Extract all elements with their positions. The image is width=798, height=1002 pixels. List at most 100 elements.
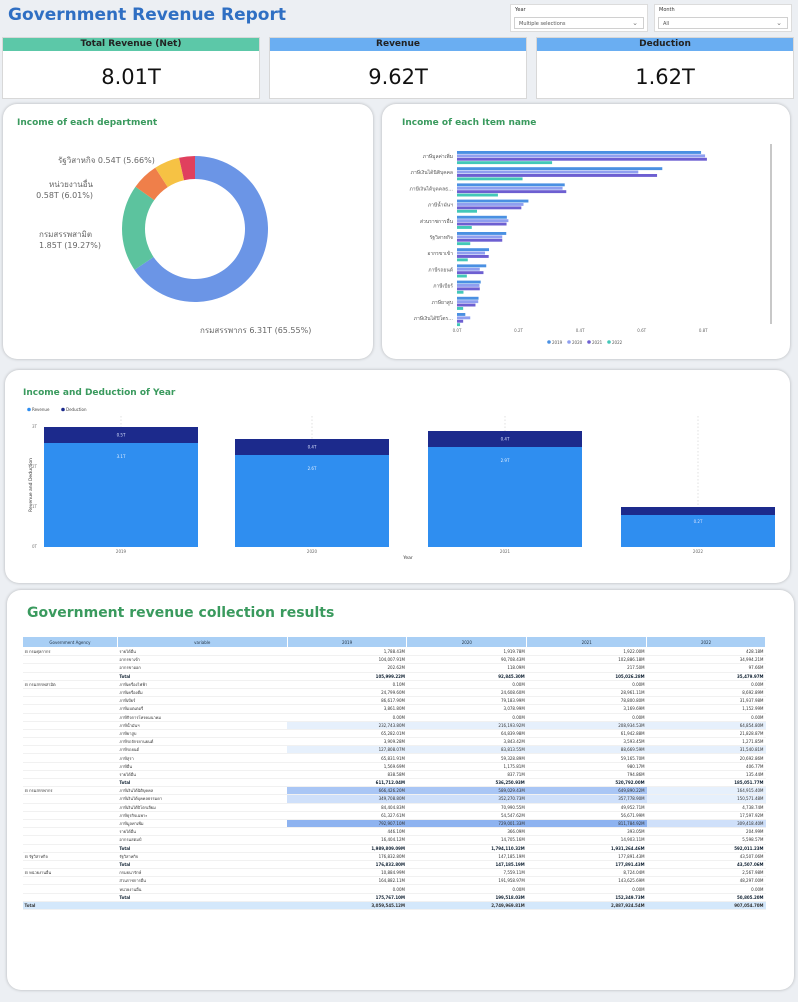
- column-header-agency[interactable]: Government Agency: [22, 636, 118, 648]
- legend-marker: [61, 407, 65, 412]
- table-row[interactable]: ภาษีอื่น 1,569.69M 1,175.81M 980.17M 406.77M: [22, 762, 766, 771]
- value-cell: 611,712.04M: [287, 778, 407, 788]
- agency-cell: [22, 704, 118, 714]
- year-dropdown[interactable]: Multiple selections ⌄: [514, 17, 644, 29]
- column-header-variable[interactable]: variable: [116, 636, 288, 648]
- department-donut-chart: กรมสรรพากร 6.31T (65.55%) กรมสรรพสามิต 1.8…: [36, 156, 311, 335]
- column-header-2022[interactable]: 2022: [646, 636, 766, 648]
- table-row[interactable]: ⊟ รัฐวิสาหกิจ รัฐวิสาหกิจ 176,832.80M 147,1…: [22, 852, 766, 861]
- value-cell: 202.62M: [287, 663, 407, 673]
- value-cell: 352,270.73M: [406, 794, 527, 804]
- value-cell: 65,831.91M: [287, 753, 407, 763]
- table-row[interactable]: อากรขาเข้า 104,007.91M 90,708.43M 102,886.1…: [22, 655, 766, 665]
- table-subtotal-row[interactable]: Total 105,999.22M 92,845.30M 105,026.28M 35,…: [22, 672, 766, 681]
- value-cell: 3,169.69M: [526, 704, 647, 714]
- table-row[interactable]: ⊟ กรมสรรพสามิต ภาษีเครื่องไฟฟ้า 0.10M 0.00M…: [22, 680, 766, 689]
- donut-label: กรมสรรพสามิต: [39, 230, 92, 239]
- month-slicer[interactable]: Month All ⌄: [654, 4, 792, 32]
- item-cell: อากรขาออก: [117, 663, 288, 673]
- y-axis-title: Revenue and Deduction: [28, 458, 34, 512]
- agency-name: กรมสรรพากร: [29, 788, 53, 794]
- table-row[interactable]: ส่วนราชการอื่น 164,882.11M 191,958.97M 143,…: [22, 876, 766, 886]
- item-bar: [457, 167, 663, 171]
- item-cell: ภาษีเงินได้นิติบุคคล: [117, 786, 288, 796]
- value-cell: 164,915.40M: [646, 786, 766, 796]
- item-bar: [457, 280, 481, 284]
- year-value: Multiple selections: [519, 21, 566, 27]
- value-cell: 59,328.89M: [406, 753, 527, 763]
- agency-cell: Total: [22, 901, 118, 911]
- value-cell: 3,593.45M: [526, 737, 647, 747]
- month-dropdown[interactable]: All ⌄: [658, 17, 788, 29]
- item-bar: [457, 161, 553, 165]
- agency-cell: [22, 713, 118, 722]
- column-header-2021[interactable]: 2021: [526, 636, 648, 648]
- table-row[interactable]: อากรแสตมป์ 16,404.12M 14,705.16M 14,903.11M…: [22, 835, 766, 845]
- agency-cell: [22, 794, 118, 804]
- kpi-deduction-label: Deduction: [537, 38, 793, 51]
- table-row[interactable]: ภาษีมูลค่าเพิ่ม 792,907.10M 729,001.33M 811…: [22, 819, 766, 829]
- table-grand-total-row[interactable]: Total 3,059,545.12M 2,749,969.81M 2,887,924…: [22, 901, 766, 911]
- department-card: Income of each department กรมสรรพากร 6.3…: [3, 104, 373, 359]
- table-row[interactable]: ภาษีรถจักรยานยนต์ 3,909.28M 3,843.42M 3,593…: [22, 737, 766, 747]
- value-cell: 0.00M: [406, 713, 527, 722]
- item-bar: [457, 206, 522, 210]
- item-bar: [457, 274, 467, 278]
- value-cell: 177,891.43M: [526, 860, 647, 870]
- table-row[interactable]: ภาษีสุรา 65,831.91M 59,328.89M 59,165.70M 20…: [22, 753, 766, 763]
- value-cell: 31,937.98M: [646, 696, 766, 706]
- donut-slice: [122, 186, 155, 270]
- value-cell: 16,404.12M: [287, 835, 407, 845]
- value-cell: 31,540.81M: [646, 745, 766, 755]
- agency-cell: [22, 827, 118, 837]
- table-row[interactable]: ภาษีธุรกิจเฉพาะ 61,327.61M 54,547.62M 56,67…: [22, 811, 766, 820]
- table-subtotal-row[interactable]: Total 1,989,809.09M 1,794,110.32M 1,931,264…: [22, 844, 766, 853]
- table-row[interactable]: หน่วยงานอื่น 0.00M 0.00M 0.00M 0.00M: [22, 884, 766, 894]
- table-row[interactable]: ภาษีแบตเตอรี่ 3,861.80M 3,078.99M 3,169.69M…: [22, 704, 766, 714]
- value-cell: 428.18M: [646, 647, 766, 657]
- item-bar: [457, 193, 498, 197]
- table-row[interactable]: ภาษียาสูบ 65,282.01M 64,839.98M 61,942.88M 2…: [22, 729, 766, 739]
- agency-cell: [22, 655, 118, 665]
- table-row[interactable]: ⊟ กรมศุลกากร รายได้อื่น 1,788.43M 1,919.78M…: [22, 647, 766, 657]
- value-cell: 366.09M: [406, 827, 527, 837]
- revenue-matrix-table: Government Agency variable 2019 2020 202…: [22, 636, 766, 911]
- item-card: Income of each Item name ภาษีมูลค่าเพิ่ม…: [382, 104, 790, 359]
- item-cell: ภาษีเงินได้บุคคลธรรมดา: [117, 794, 288, 804]
- value-cell: 135.44M: [646, 770, 766, 780]
- x-tick-label: 2022: [693, 549, 704, 554]
- agency-cell: [22, 778, 118, 788]
- value-cell: 0.10M: [287, 680, 407, 689]
- table-row[interactable]: ภาษีรถยนต์ 127,808.07M 83,813.55M 88,669.59…: [22, 745, 766, 755]
- chevron-down-icon: ⌄: [776, 19, 782, 27]
- value-cell: 147,185.19M: [406, 852, 527, 861]
- item-cell: ภาษีรถยนต์: [117, 745, 288, 755]
- table-row[interactable]: ⊟ กรมสรรพากร ภาษีเงินได้นิติบุคคล 666,426.…: [22, 786, 766, 796]
- table-row[interactable]: อากรขาออก 202.62M 118.09M 217.50M 97.66M: [22, 663, 766, 673]
- table-row[interactable]: รายได้อื่น 446.10M 366.09M 393.05M 204.99M: [22, 827, 766, 837]
- table-row[interactable]: ภาษีน้ำมันฯ 232,743.80M 216,193.92M 208,934…: [22, 721, 766, 730]
- table-row[interactable]: ภาษีเงินได้ปิโตรเลียม 84,404.83M 70,990.55…: [22, 803, 766, 812]
- table-row[interactable]: ภาษีเบียร์ 86,617.90M 79,183.99M 78,800.80M…: [22, 696, 766, 706]
- value-cell: 48,297.00M: [646, 876, 766, 886]
- value-cell: 105,999.22M: [287, 672, 407, 681]
- item-cell: รายได้อื่น: [117, 827, 288, 837]
- table-row[interactable]: รายได้อื่น 838.58M 837.71M 794.86M 135.44M: [22, 770, 766, 780]
- column-header-2020[interactable]: 2020: [406, 636, 528, 648]
- item-bar: [457, 316, 471, 320]
- item-bar: [457, 248, 490, 252]
- year-slicer[interactable]: Year Multiple selections ⌄: [510, 4, 648, 32]
- table-subtotal-row[interactable]: Total 175,767.10M 199,518.03M 152,349.73M 50…: [22, 893, 766, 902]
- value-cell: 17,597.92M: [646, 811, 766, 820]
- value-cell: 3,861.80M: [287, 704, 407, 714]
- table-row[interactable]: ภาษีกิจการโทรคมนาคม 0.00M 0.00M 0.00M 0.00M: [22, 713, 766, 722]
- table-row[interactable]: ภาษีเงินได้บุคคลธรรมดา 349,708.80M 352,270…: [22, 794, 766, 804]
- table-row[interactable]: ภาษีเครื่องดื่ม 24,799.60M 24,608.60M 28,96…: [22, 688, 766, 698]
- table-subtotal-row[interactable]: Total 611,712.04M 536,250.93M 520,792.00M 18…: [22, 778, 766, 788]
- value-cell: 406.77M: [646, 762, 766, 771]
- item-cell: ภาษีกิจการโทรคมนาคม: [117, 713, 288, 722]
- column-header-2019[interactable]: 2019: [286, 636, 408, 648]
- table-row[interactable]: ⊟ หน่วยงานอื่น กรมธนารักษ์ 10,884.99M 7,559…: [22, 868, 766, 878]
- table-subtotal-row[interactable]: Total 176,832.80M 147,185.19M 177,891.43M 43…: [22, 860, 766, 870]
- item-bar: [457, 183, 565, 187]
